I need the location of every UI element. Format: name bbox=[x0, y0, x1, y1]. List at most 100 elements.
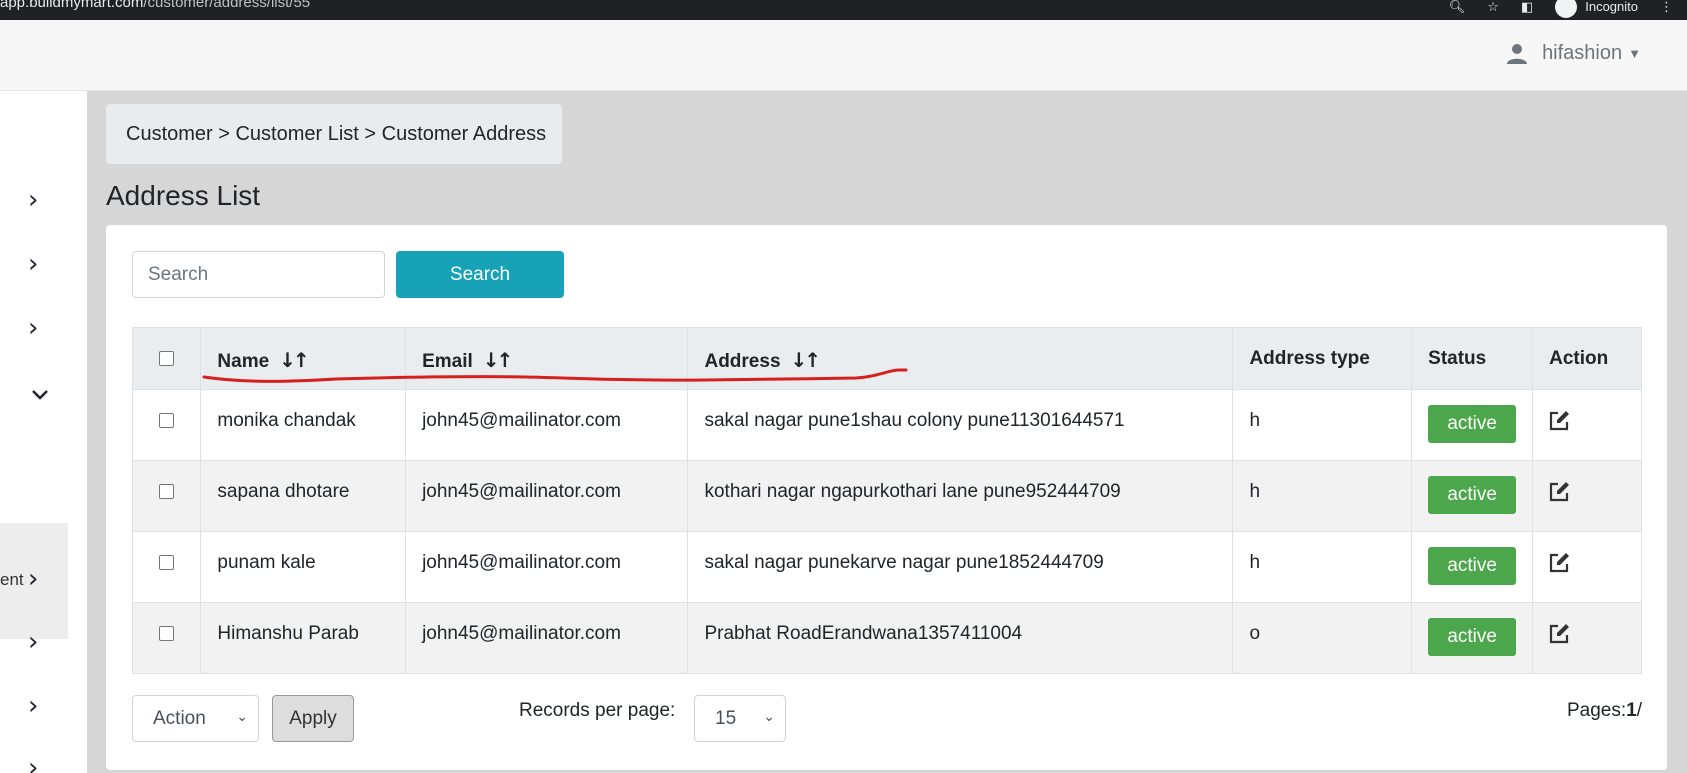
cell-name: sapana dhotare bbox=[200, 460, 407, 532]
pagination-info: Pages:1/ bbox=[1567, 700, 1642, 722]
cell-status: active bbox=[1411, 460, 1534, 532]
table-header-row: Name ↓↑ Email ↓↑ Address ↓↑ Address type St… bbox=[131, 327, 1642, 390]
zoom-icon[interactable]: 🔍︎ bbox=[1449, 0, 1466, 13]
cell-address: sakal nagar punekarve nagar pune18524447… bbox=[687, 531, 1234, 603]
column-header-address-type: Address type bbox=[1232, 327, 1413, 390]
table-row: monika chandak john45@mailinator.com sak… bbox=[131, 389, 1642, 461]
sort-icon[interactable]: ↓↑ bbox=[483, 348, 513, 372]
sidebar-item-6[interactable]: › bbox=[0, 621, 87, 661]
sidebar-item-5[interactable]: ent › bbox=[0, 558, 87, 598]
chevron-right-icon: › bbox=[28, 313, 39, 343]
search-input[interactable] bbox=[132, 251, 385, 298]
sidepanel-icon[interactable]: ◧ bbox=[1521, 0, 1533, 13]
user-icon bbox=[1507, 43, 1528, 64]
cell-email: john45@mailinator.com bbox=[405, 531, 689, 603]
column-header-address[interactable]: Address ↓↑ bbox=[687, 327, 1234, 390]
table-row: punam kale john45@mailinator.com sakal n… bbox=[131, 531, 1642, 603]
address-list-card: Search Name ↓↑ Email ↓↑ Address ↓↑ Address … bbox=[106, 225, 1667, 770]
user-menu[interactable]: hifashion ▼ bbox=[1506, 42, 1641, 65]
cell-address-type: h bbox=[1232, 389, 1413, 461]
cell-address: kothari nagar ngapurkothari lane pune952… bbox=[687, 460, 1234, 532]
row-checkbox[interactable] bbox=[159, 555, 175, 570]
username: hifashion bbox=[1542, 42, 1623, 64]
sidebar-item-label: ent bbox=[0, 570, 24, 589]
row-checkbox-cell bbox=[131, 602, 202, 674]
table-row: Himanshu Parab john45@mailinator.com Pra… bbox=[131, 602, 1642, 674]
records-per-page-label: Records per page: bbox=[519, 700, 676, 721]
menu-icon[interactable]: ⋮ bbox=[1660, 0, 1673, 13]
sidebar-item-4[interactable] bbox=[0, 376, 87, 416]
edit-icon[interactable] bbox=[1548, 481, 1570, 503]
cell-action bbox=[1532, 389, 1642, 461]
cell-address: Prabhat RoadErandwana1357411004 bbox=[687, 602, 1234, 674]
cell-name: monika chandak bbox=[200, 389, 407, 461]
cell-email: john45@mailinator.com bbox=[405, 602, 689, 674]
current-page[interactable]: 1 bbox=[1626, 700, 1637, 721]
status-badge[interactable]: active bbox=[1428, 547, 1517, 585]
chevron-right-icon: › bbox=[28, 691, 39, 721]
status-badge[interactable]: active bbox=[1428, 405, 1517, 443]
sidebar-item-8[interactable]: › bbox=[0, 747, 87, 773]
row-checkbox-cell bbox=[131, 531, 202, 603]
cell-action bbox=[1532, 460, 1642, 532]
cell-name: Himanshu Parab bbox=[200, 602, 407, 674]
sort-icon[interactable]: ↓↑ bbox=[791, 348, 821, 372]
table-row: sapana dhotare john45@mailinator.com kot… bbox=[131, 460, 1642, 532]
column-header-name[interactable]: Name ↓↑ bbox=[200, 327, 407, 390]
sort-icon[interactable]: ↓↑ bbox=[279, 348, 309, 372]
status-badge[interactable]: active bbox=[1428, 618, 1517, 656]
row-checkbox-cell bbox=[131, 460, 202, 532]
edit-icon[interactable] bbox=[1548, 410, 1570, 432]
sidebar-item-2[interactable]: › bbox=[0, 243, 87, 283]
pages-label: Pages: bbox=[1566, 700, 1627, 721]
row-checkbox[interactable] bbox=[159, 413, 175, 428]
incognito-label: Incognito bbox=[1585, 0, 1638, 14]
url-path: /customer/address/list/55 bbox=[143, 0, 311, 11]
cell-address-type: o bbox=[1232, 602, 1413, 674]
sidebar-item-7[interactable]: › bbox=[0, 685, 87, 725]
sidebar-item-3[interactable]: › bbox=[0, 307, 87, 347]
star-icon[interactable]: ☆ bbox=[1487, 0, 1499, 13]
chevron-right-icon: › bbox=[28, 753, 39, 773]
cell-name: punam kale bbox=[200, 531, 407, 603]
status-badge[interactable]: active bbox=[1428, 476, 1517, 514]
address-bar[interactable]: app.buildmymart.com/customer/address/lis… bbox=[0, 0, 311, 11]
cell-address-type: h bbox=[1232, 460, 1413, 532]
column-header-status: Status bbox=[1411, 327, 1534, 390]
chevron-right-icon: › bbox=[28, 185, 39, 215]
row-checkbox[interactable] bbox=[159, 484, 175, 499]
bulk-action-select[interactable]: Action ⌄ bbox=[132, 695, 259, 742]
cell-address: sakal nagar pune1shau colony pune1130164… bbox=[687, 389, 1234, 461]
cell-email: john45@mailinator.com bbox=[405, 389, 689, 461]
column-label: Name bbox=[217, 351, 270, 372]
column-header-email[interactable]: Email ↓↑ bbox=[405, 327, 689, 390]
chevron-right-icon: › bbox=[28, 627, 39, 657]
records-per-page-value: 15 bbox=[715, 708, 737, 729]
cell-email: john45@mailinator.com bbox=[405, 460, 689, 532]
breadcrumb[interactable]: Customer > Customer List > Customer Addr… bbox=[106, 104, 562, 164]
incognito-indicator[interactable]: Incognito bbox=[1555, 0, 1638, 18]
apply-button[interactable]: Apply bbox=[272, 695, 354, 742]
sidebar-item-1[interactable]: › bbox=[0, 179, 87, 219]
url-domain: app.buildmymart.com bbox=[0, 0, 144, 11]
browser-tools: 🔍︎ ☆ ◧ Incognito ⋮ bbox=[1449, 0, 1673, 18]
chevron-right-icon: › bbox=[28, 564, 39, 594]
cell-status: active bbox=[1411, 389, 1534, 461]
row-checkbox-cell bbox=[131, 389, 202, 461]
search-button[interactable]: Search bbox=[396, 251, 564, 298]
chevron-down-icon: ⌄ bbox=[236, 708, 248, 724]
records-per-page-select[interactable]: 15 ⌄ bbox=[694, 695, 786, 742]
sidebar: › › › ent › › › › bbox=[0, 91, 87, 773]
chevron-down-icon: ⌄ bbox=[763, 708, 775, 724]
select-all-checkbox[interactable] bbox=[159, 351, 175, 366]
cell-address-type: h bbox=[1232, 531, 1413, 603]
edit-icon[interactable] bbox=[1548, 552, 1570, 574]
cell-action bbox=[1532, 531, 1642, 603]
address-table: Name ↓↑ Email ↓↑ Address ↓↑ Address type St… bbox=[131, 327, 1642, 674]
edit-icon[interactable] bbox=[1548, 623, 1570, 645]
bulk-action-value: Action bbox=[153, 708, 206, 729]
row-checkbox[interactable] bbox=[159, 626, 175, 641]
browser-bar: app.buildmymart.com/customer/address/lis… bbox=[0, 0, 1687, 20]
pages-suffix: / bbox=[1636, 700, 1642, 721]
cell-action bbox=[1532, 602, 1642, 674]
